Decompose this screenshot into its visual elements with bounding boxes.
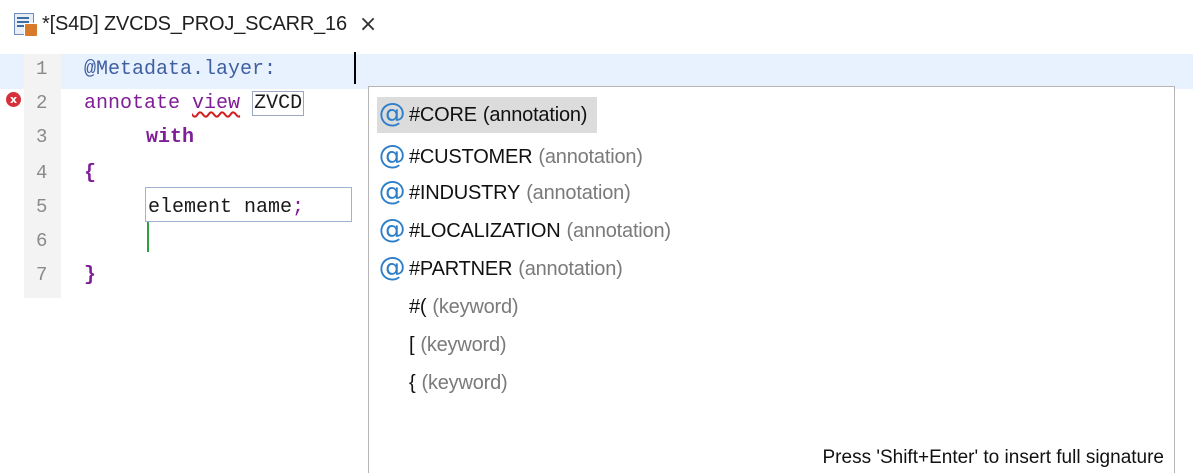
keyword-view-error: view [192,92,241,115]
tab-title: *[S4D] ZVCDS_PROJ_SCARR_16 [42,12,347,35]
error-marker-icon[interactable]: x [6,92,21,107]
code-line-5: element name; [148,196,304,219]
line-number: 2 [36,92,48,114]
keyword-annotate: annotate [84,92,181,115]
completion-item-keyword-brace[interactable]: { (keyword) [409,365,517,401]
line-number: 1 [36,58,48,80]
completion-item-keyword-bracket[interactable]: [ (keyword) [409,327,516,363]
code-line-7: } [84,264,97,287]
element-name-text: element name [148,196,293,219]
close-icon[interactable]: × [359,12,377,37]
line-number: 3 [36,126,48,148]
line-number: 4 [36,162,48,184]
annotation-icon: @ [378,176,406,207]
annotation-icon: @ [378,98,406,129]
completion-item-keyword-paren[interactable]: #( (keyword) [409,289,528,325]
annotation-icon: @ [378,140,406,171]
line-number: 6 [36,230,48,252]
code-line-2: annotate view ZVCD [84,91,305,116]
text-caret [354,52,356,84]
code-line-3: with [146,126,195,149]
completion-item-localization[interactable]: @ #LOCALIZATION (annotation) [377,213,681,249]
editor-tab[interactable]: *[S4D] ZVCDS_PROJ_SCARR_16 × [6,6,383,42]
completion-item-partner[interactable]: @ #PARTNER (annotation) [377,251,633,287]
code-line-1: @Metadata.layer: [84,58,277,81]
semicolon: ; [292,196,305,219]
line-number: 7 [36,264,48,286]
completion-item-industry[interactable]: @ #INDUSTRY (annotation) [377,175,641,211]
annotation-icon: @ [378,252,406,283]
completion-hint: Press 'Shift+Enter' to insert full signa… [822,447,1165,468]
completion-item-core[interactable]: @ #CORE (annotation) [377,97,598,133]
cds-file-icon [12,11,38,37]
code-completion-popup: @ #CORE (annotation) @ #CUSTOMER (annota… [368,86,1175,473]
line-number: 5 [36,196,48,218]
completion-item-customer[interactable]: @ #CUSTOMER (annotation) [377,139,653,175]
secondary-caret [147,222,149,252]
editor-tab-bar: *[S4D] ZVCDS_PROJ_SCARR_16 × [0,0,1193,48]
view-identifier: ZVCD [252,91,305,116]
annotation-icon: @ [378,214,406,245]
code-line-4: { [84,162,97,185]
